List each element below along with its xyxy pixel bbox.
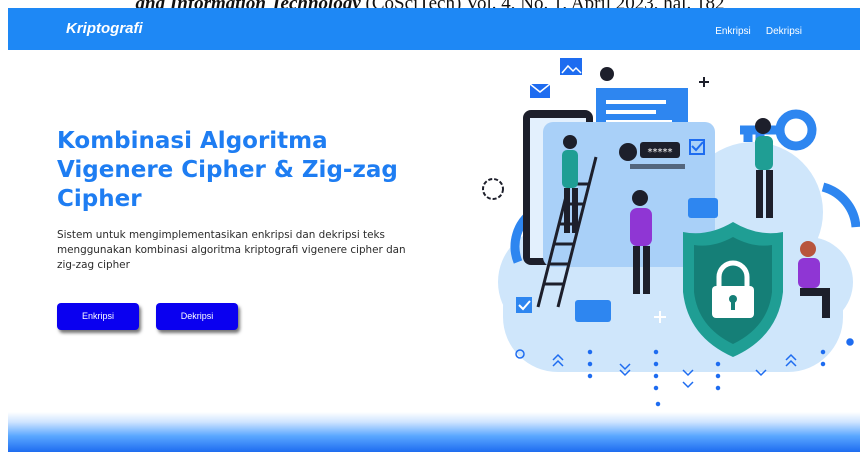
password-mask: ***** [648, 147, 673, 158]
key-icon [740, 109, 817, 151]
briefcase-icon [688, 198, 718, 218]
gear-icon [482, 178, 504, 200]
navbar: Kriptografi Enkripsi Dekripsi [8, 8, 860, 50]
footer-gradient-band [8, 412, 860, 452]
user-icon [619, 143, 637, 161]
decrypt-button[interactable]: Dekripsi [156, 303, 238, 330]
hero-description: Sistem untuk mengimplementasikan enkrips… [57, 229, 406, 271]
arc-right [821, 182, 860, 228]
nav-link-dekripsi[interactable]: Dekripsi [766, 26, 802, 37]
brand-logo[interactable]: Kriptografi [66, 8, 143, 50]
nav-links: Enkripsi Dekripsi [705, 8, 802, 53]
security-cloud-illustration: ***** [482, 58, 860, 407]
hero-title: Kombinasi Algoritma Vigenere Cipher & Zi… [57, 128, 398, 212]
nav-link-enkripsi[interactable]: Enkripsi [715, 26, 751, 37]
checkbox-small-icon [516, 297, 532, 313]
encrypt-button[interactable]: Enkripsi [57, 303, 139, 330]
